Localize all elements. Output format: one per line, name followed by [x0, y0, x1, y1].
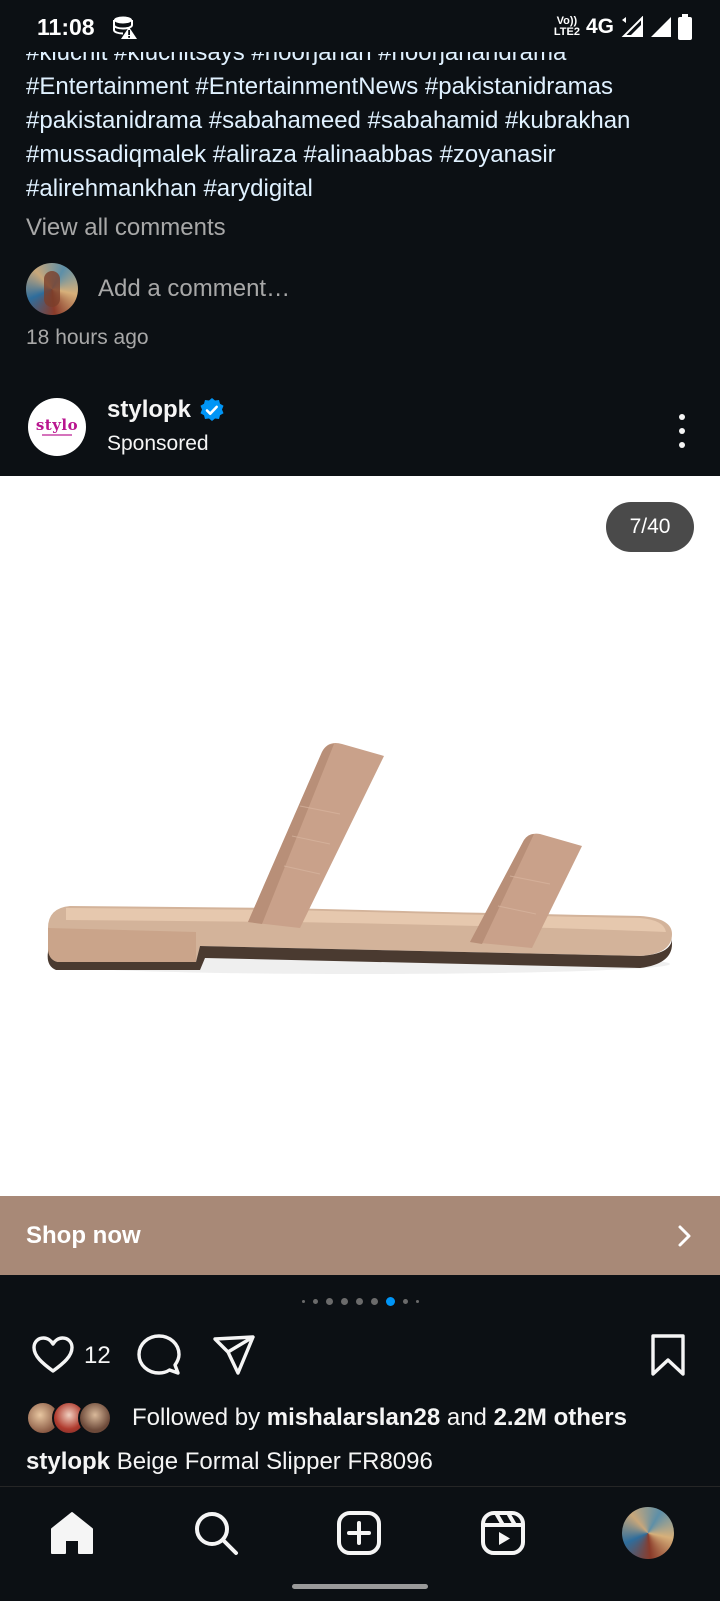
verified-badge-icon	[200, 398, 224, 421]
followed-by-prefix: Followed by	[132, 1404, 261, 1431]
followed-by-user[interactable]: mishalarslan28	[267, 1404, 440, 1431]
create-icon[interactable]	[335, 1509, 383, 1557]
media-counter-badge: 7/40	[606, 502, 694, 552]
follower-avatars	[26, 1399, 118, 1437]
hashtag-line[interactable]: #mussadiqmalek #aliraza #alinaabbas #zoy…	[26, 138, 706, 172]
data-saver-warning-icon	[113, 16, 137, 39]
carousel-dot-active	[385, 1296, 395, 1306]
followed-by-and: and	[446, 1404, 487, 1431]
hashtag-line[interactable]: #Entertainment #EntertainmentNews #pakis…	[26, 70, 706, 104]
carousel-dot	[415, 1299, 419, 1303]
post-caption: stylopk Beige Formal Slipper FR8096	[26, 1448, 433, 1476]
hashtag-line[interactable]: #pakistanidrama #sabahameed #sabahamid #…	[26, 104, 706, 138]
signal-icon	[621, 16, 643, 37]
post-actions: 12	[0, 1330, 720, 1380]
signal-icon-2	[651, 17, 671, 37]
carousel-dot	[370, 1297, 378, 1305]
followed-by-others[interactable]: 2.2M others	[494, 1404, 627, 1431]
share-send-icon[interactable]	[211, 1332, 257, 1378]
hashtag-line[interactable]: #alirehmankhan #arydigital	[26, 172, 706, 206]
volte-indicator: Vo)) LTE2	[553, 15, 580, 38]
post-username[interactable]: stylopk	[107, 396, 191, 424]
follower-avatar	[78, 1401, 112, 1435]
status-bar: 11:08 Vo)) LTE2 4G	[0, 0, 720, 52]
carousel-dot	[301, 1299, 305, 1303]
comment-icon[interactable]	[136, 1332, 182, 1378]
add-comment-input[interactable]: Add a comment…	[98, 275, 290, 303]
previous-post-timestamp: 18 hours ago	[26, 326, 149, 349]
post-header: stylo stylopk Sponsored	[0, 384, 720, 474]
carousel-dot	[340, 1297, 348, 1305]
brand-avatar[interactable]: stylo	[28, 398, 86, 456]
battery-icon	[678, 14, 692, 40]
brand-logo: stylo	[35, 416, 79, 434]
post-media[interactable]: 7/40	[0, 476, 720, 1196]
carousel-dot	[312, 1298, 318, 1304]
followed-by-row[interactable]: Followed by mishalarslan28 and 2.2M othe…	[26, 1398, 627, 1438]
sponsored-label: Sponsored	[107, 432, 209, 455]
shop-now-button[interactable]: Shop now	[0, 1196, 720, 1275]
home-icon[interactable]	[48, 1509, 96, 1557]
bookmark-icon[interactable]	[645, 1332, 691, 1378]
profile-avatar[interactable]	[622, 1507, 674, 1559]
carousel-dot	[402, 1298, 408, 1304]
more-options-icon[interactable]	[674, 414, 690, 448]
view-all-comments-link[interactable]: View all comments	[26, 214, 226, 242]
like-count[interactable]: 12	[84, 1342, 111, 1370]
followed-by-text: Followed by mishalarslan28 and 2.2M othe…	[132, 1404, 627, 1432]
caption-username[interactable]: stylopk	[26, 1448, 110, 1475]
username-row: stylopk	[107, 396, 225, 424]
brand-logo-underline	[42, 434, 72, 436]
caption-text: Beige Formal Slipper FR8096	[116, 1448, 433, 1475]
add-comment-row[interactable]: Add a comment…	[26, 262, 290, 316]
reels-icon[interactable]	[479, 1509, 527, 1557]
status-time: 11:08	[37, 14, 95, 40]
current-user-avatar	[26, 263, 78, 315]
search-icon[interactable]	[192, 1509, 240, 1557]
network-type: 4G	[585, 15, 614, 38]
shop-now-label: Shop now	[26, 1221, 141, 1249]
heart-icon[interactable]	[30, 1332, 76, 1378]
home-indicator[interactable]	[292, 1584, 428, 1589]
carousel-dots	[0, 1295, 720, 1307]
post-caption-hashtags: #kluchit #kluchitsays #noorjahan #noorja…	[26, 36, 706, 206]
status-right-cluster: Vo)) LTE2 4G	[554, 14, 692, 40]
carousel-dot	[355, 1297, 363, 1305]
chevron-right-icon	[678, 1225, 691, 1246]
product-image-slipper	[47, 743, 672, 974]
carousel-dot	[325, 1297, 333, 1305]
